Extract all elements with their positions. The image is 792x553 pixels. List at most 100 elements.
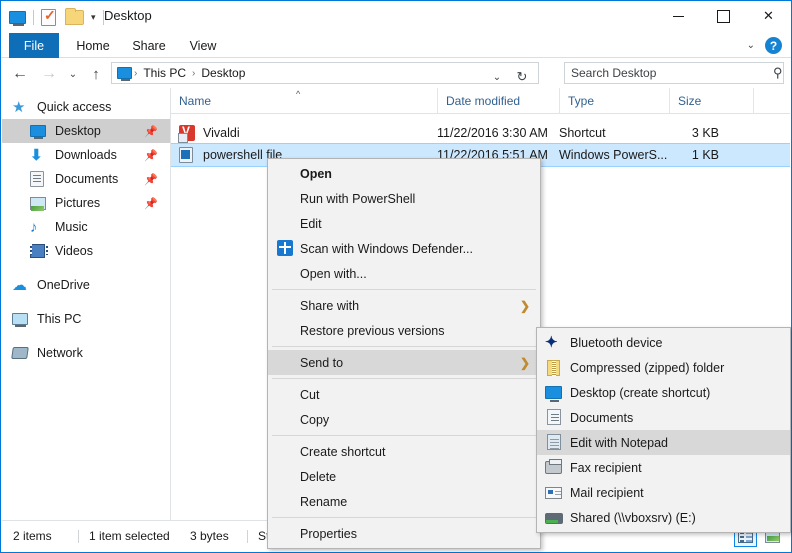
fax-icon bbox=[545, 459, 562, 474]
refresh-icon[interactable]: ↻ bbox=[511, 66, 533, 88]
desktop-icon bbox=[30, 124, 46, 137]
close-button[interactable]: ✕ bbox=[746, 1, 791, 31]
tab-file[interactable]: File bbox=[9, 33, 59, 58]
breadcrumb-dropdown-icon[interactable]: ⌄ bbox=[486, 66, 508, 88]
submenu-item-shared-drive[interactable]: Shared (\\vboxsrv) (E:) bbox=[537, 505, 790, 530]
breadcrumb-this-pc[interactable]: This PC bbox=[139, 66, 190, 80]
file-size-cell: 1 KB bbox=[691, 148, 719, 162]
customize-caret-icon[interactable]: ▾ bbox=[91, 12, 96, 23]
status-selection-size: 3 bytes bbox=[190, 529, 229, 543]
breadcrumb-separator: › bbox=[192, 67, 196, 79]
menu-item-restore-previous-versions[interactable]: Restore previous versions bbox=[268, 318, 540, 343]
properties-monitor-icon[interactable] bbox=[9, 10, 26, 26]
sidebar-item-label: Desktop bbox=[55, 124, 101, 138]
submenu-item-desktop-create-shortcut[interactable]: Desktop (create shortcut) bbox=[537, 380, 790, 405]
navigation-pane: ★ Quick access Desktop 📌 ⬇ Downloads 📌 D… bbox=[2, 88, 171, 520]
pin-icon[interactable]: 📌 bbox=[144, 125, 158, 138]
breadcrumb[interactable]: › This PC › Desktop ⌄ ↻ bbox=[111, 62, 539, 84]
menu-item-label: Send to bbox=[300, 355, 344, 370]
pictures-icon bbox=[30, 196, 46, 210]
menu-item-send-to[interactable]: Send to ❯ bbox=[268, 350, 540, 375]
menu-item-cut[interactable]: Cut bbox=[268, 382, 540, 407]
network-icon bbox=[11, 346, 29, 359]
maximize-button[interactable] bbox=[701, 1, 746, 31]
column-header-type[interactable]: Type bbox=[559, 88, 669, 114]
this-pc-icon bbox=[117, 67, 132, 81]
menu-item-delete[interactable]: Delete bbox=[268, 464, 540, 489]
up-button[interactable]: ↑ bbox=[86, 63, 106, 85]
desktop-icon bbox=[545, 386, 562, 402]
column-header-size[interactable]: Size bbox=[669, 88, 753, 114]
sidebar-item-label: Pictures bbox=[55, 196, 101, 210]
submenu-item-compressed-folder[interactable]: Compressed (zipped) folder bbox=[537, 355, 790, 380]
menu-item-properties[interactable]: Properties bbox=[268, 521, 540, 546]
tab-view[interactable]: View bbox=[179, 33, 227, 58]
sidebar-item-quick-access[interactable]: ★ Quick access bbox=[2, 95, 170, 119]
search-icon[interactable]: ⚲ bbox=[766, 65, 783, 81]
menu-item-create-shortcut[interactable]: Create shortcut bbox=[268, 439, 540, 464]
status-divider bbox=[78, 530, 79, 543]
sidebar-item-this-pc[interactable]: This PC bbox=[2, 307, 170, 331]
submenu-item-bluetooth-device[interactable]: ✦ Bluetooth device bbox=[537, 330, 790, 355]
documents-icon bbox=[547, 409, 561, 425]
breadcrumb-desktop[interactable]: Desktop bbox=[197, 66, 249, 80]
submenu-item-label: Fax recipient bbox=[570, 460, 642, 475]
submenu-item-documents[interactable]: Documents bbox=[537, 405, 790, 430]
sidebar-item-pictures[interactable]: Pictures 📌 bbox=[2, 191, 170, 215]
chevron-down-icon[interactable]: ⌄ bbox=[747, 40, 755, 51]
menu-item-run-with-powershell[interactable]: Run with PowerShell bbox=[268, 186, 540, 211]
sidebar-item-desktop[interactable]: Desktop 📌 bbox=[2, 119, 170, 143]
file-explorer-window: W W http://winaero.com http://winaero.co… bbox=[0, 0, 792, 553]
search-box[interactable]: Search Desktop ⚲ bbox=[564, 62, 784, 84]
properties-icon[interactable] bbox=[41, 7, 56, 26]
sidebar-item-onedrive[interactable]: ☁ OneDrive bbox=[2, 273, 170, 297]
search-input[interactable]: Search Desktop bbox=[565, 66, 766, 80]
pin-icon[interactable]: 📌 bbox=[144, 149, 158, 162]
sidebar-item-label: Documents bbox=[55, 172, 119, 186]
breadcrumb-separator: › bbox=[134, 67, 138, 79]
back-button[interactable]: ← bbox=[9, 63, 31, 85]
minimize-button[interactable] bbox=[656, 1, 701, 31]
submenu-item-label: Shared (\\vboxsrv) (E:) bbox=[570, 510, 696, 525]
menu-item-edit[interactable]: Edit bbox=[268, 211, 540, 236]
menu-item-rename[interactable]: Rename bbox=[268, 489, 540, 514]
menu-item-open-with[interactable]: Open with... bbox=[268, 261, 540, 286]
submenu-item-label: Desktop (create shortcut) bbox=[570, 385, 711, 400]
powershell-script-icon bbox=[179, 146, 193, 163]
sidebar-item-network[interactable]: Network bbox=[2, 341, 170, 365]
tab-home[interactable]: Home bbox=[67, 33, 119, 58]
pin-icon[interactable]: 📌 bbox=[144, 173, 158, 186]
sidebar-item-documents[interactable]: Documents 📌 bbox=[2, 167, 170, 191]
documents-icon bbox=[30, 170, 44, 187]
submenu-item-label: Documents bbox=[570, 410, 634, 425]
submenu-item-edit-with-notepad[interactable]: Edit with Notepad bbox=[537, 430, 790, 455]
onedrive-icon: ☁ bbox=[12, 276, 27, 294]
quick-access-toolbar: ▾ bbox=[9, 5, 111, 29]
submenu-item-fax-recipient[interactable]: Fax recipient bbox=[537, 455, 790, 480]
menu-item-open[interactable]: Open bbox=[268, 161, 540, 186]
sidebar-item-music[interactable]: ♪ Music bbox=[2, 215, 170, 239]
sidebar-item-downloads[interactable]: ⬇ Downloads 📌 bbox=[2, 143, 170, 167]
new-folder-icon[interactable] bbox=[65, 7, 84, 25]
tab-share[interactable]: Share bbox=[122, 33, 176, 58]
submenu-item-mail-recipient[interactable]: Mail recipient bbox=[537, 480, 790, 505]
status-item-count: 2 items bbox=[13, 529, 52, 543]
column-header-name[interactable]: Name bbox=[171, 88, 437, 114]
help-button[interactable]: ? bbox=[765, 37, 782, 54]
sidebar-item-videos[interactable]: Videos bbox=[2, 239, 170, 263]
sidebar-item-label: Network bbox=[37, 346, 83, 360]
sidebar-item-label: Downloads bbox=[55, 148, 117, 162]
file-name-cell[interactable]: Vivaldi bbox=[179, 122, 240, 144]
menu-item-copy[interactable]: Copy bbox=[268, 407, 540, 432]
menu-item-scan-with-windows-defender[interactable]: Scan with Windows Defender... bbox=[268, 236, 540, 261]
pin-icon[interactable]: 📌 bbox=[144, 197, 158, 210]
mail-icon bbox=[545, 487, 562, 499]
table-row[interactable]: Vivaldi 11/22/2016 3:30 AM Shortcut 3 KB bbox=[171, 122, 790, 144]
column-header-date-modified[interactable]: Date modified bbox=[437, 88, 559, 114]
context-menu: Open Run with PowerShell Edit Scan with … bbox=[267, 158, 541, 549]
menu-item-share-with[interactable]: Share with ❯ bbox=[268, 293, 540, 318]
toolbar-divider bbox=[33, 9, 34, 25]
file-size-cell: 3 KB bbox=[691, 126, 719, 140]
recent-locations-icon[interactable]: ⌄ bbox=[64, 63, 82, 85]
ribbon-tab-bar: File Home Share View ⌄ ? bbox=[1, 33, 791, 58]
